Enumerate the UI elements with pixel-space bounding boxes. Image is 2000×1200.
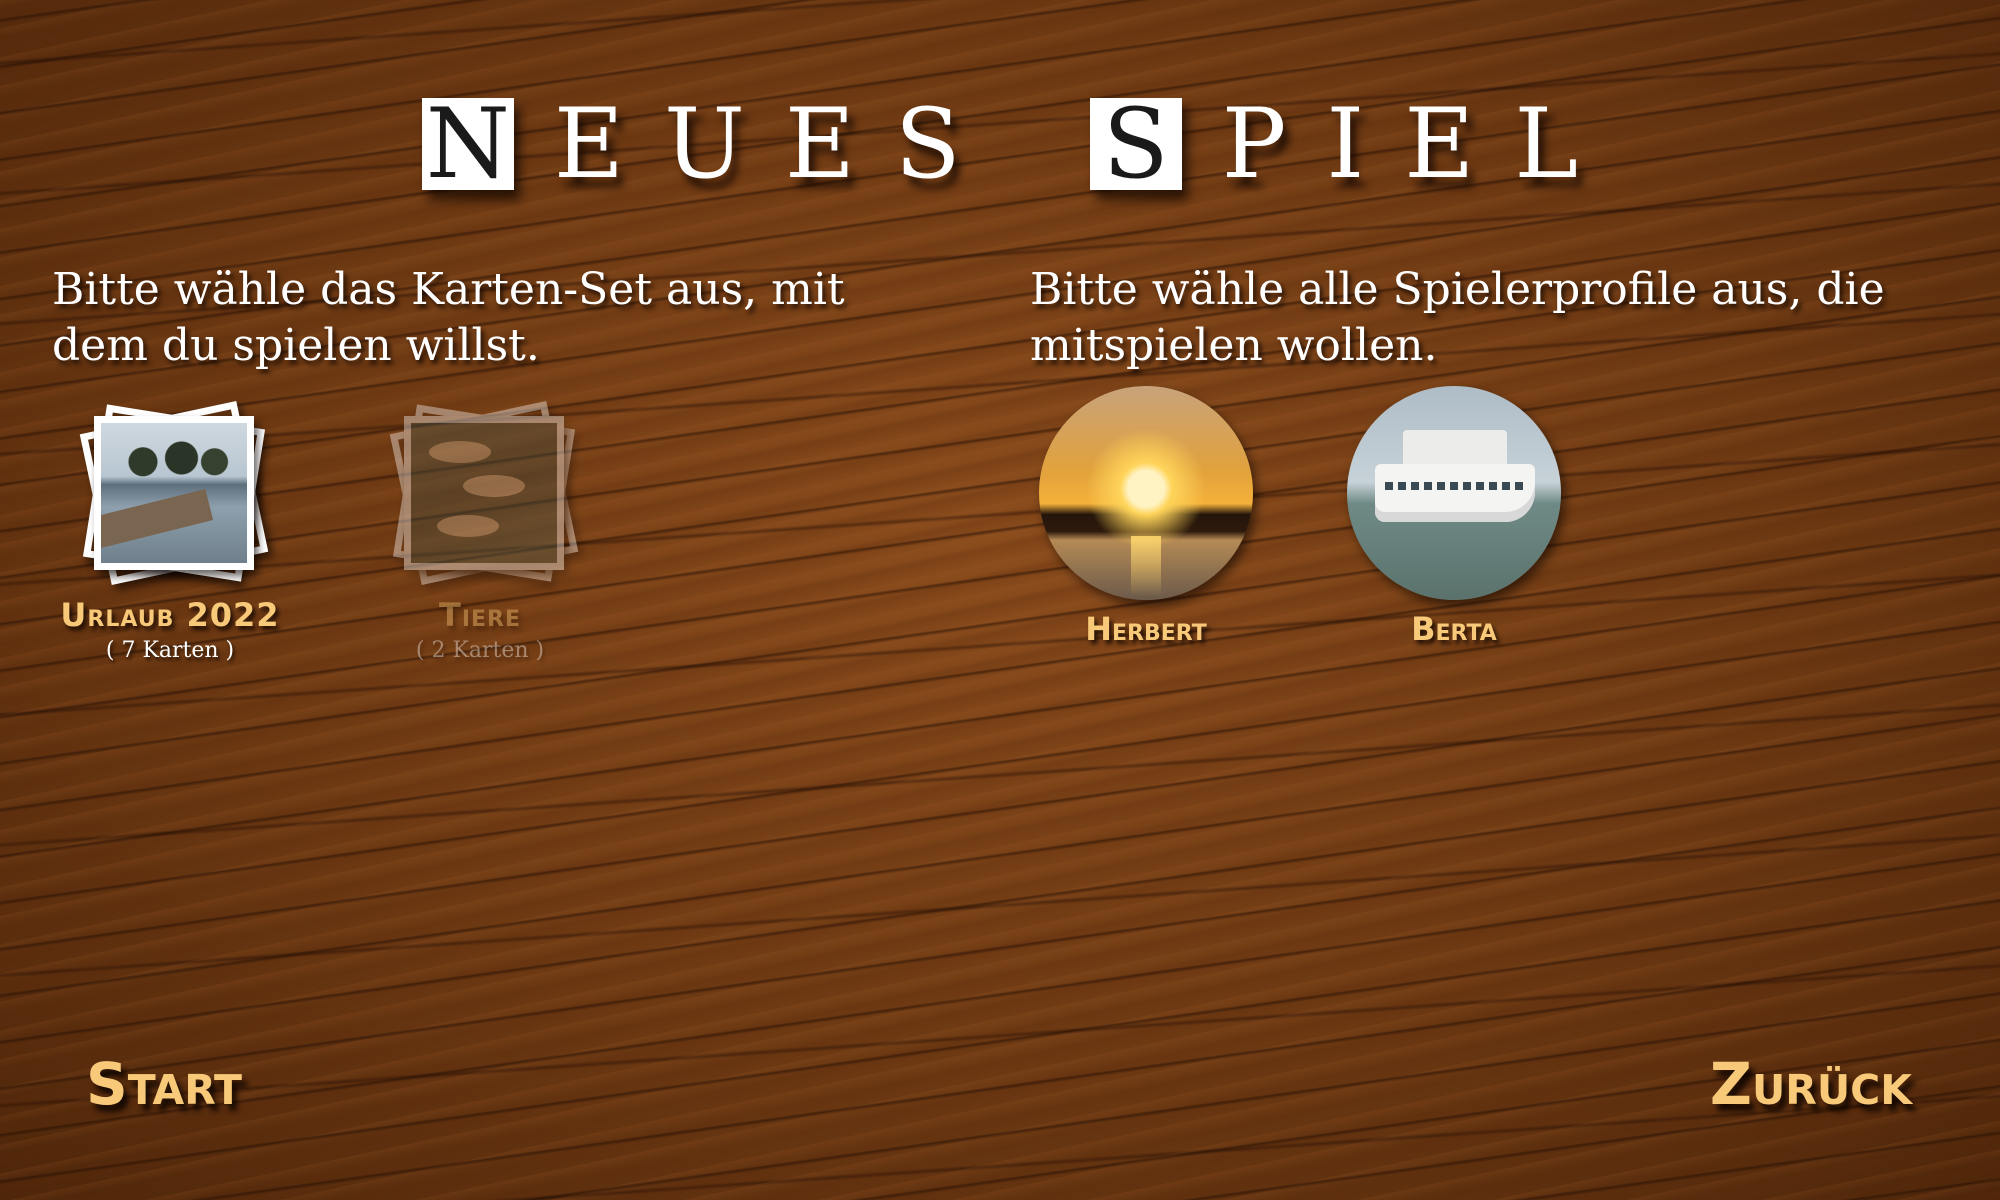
card-thumbnail	[404, 416, 564, 570]
lake-pier-photo	[101, 423, 247, 563]
card-thumbnail	[94, 416, 254, 570]
avatar	[1039, 386, 1253, 600]
card-stack-icon	[370, 398, 590, 585]
start-button[interactable]: Start	[86, 1050, 242, 1118]
title-initial: S	[1089, 96, 1182, 192]
player-name: Herbert	[1085, 610, 1207, 648]
title-initial: N	[421, 96, 514, 192]
title-letter: P	[1221, 88, 1287, 200]
title-word-1: NEUES	[402, 96, 981, 192]
title-letter: S	[894, 88, 961, 200]
title-letter: E	[553, 88, 624, 200]
title-letter: U	[663, 88, 745, 200]
card-set-count: ( 2 Karten )	[415, 638, 545, 663]
avatar	[1347, 386, 1561, 600]
card-set-name: Urlaub 2022	[60, 596, 280, 634]
card-set-name: Tiere	[438, 596, 521, 634]
title-letter: E	[784, 88, 855, 200]
card-set-urlaub-2022[interactable]: Urlaub 2022 ( 7 Karten )	[60, 398, 280, 663]
player-profile-herbert[interactable]: Herbert	[1036, 386, 1256, 648]
title-word-2: SPIEL	[1070, 96, 1598, 192]
player-instruction: Bitte wähle alle Spielerprofile aus, die…	[1030, 264, 1885, 371]
back-button[interactable]: Zurück	[1710, 1050, 1912, 1118]
card-set-instruction: Bitte wähle das Karten-Set aus, mit dem …	[52, 264, 845, 371]
card-set-tiere[interactable]: Tiere ( 2 Karten )	[370, 398, 590, 663]
title-letter: E	[1404, 88, 1475, 200]
player-profile-berta[interactable]: Berta	[1344, 386, 1564, 648]
page-title: NEUES SPIEL	[0, 96, 2000, 192]
fish-photo	[411, 423, 557, 563]
card-stack-icon	[60, 398, 280, 585]
card-set-count: ( 7 Karten )	[105, 638, 235, 663]
player-name: Berta	[1411, 610, 1497, 648]
title-letter: I	[1326, 88, 1365, 200]
title-letter: L	[1514, 88, 1579, 200]
